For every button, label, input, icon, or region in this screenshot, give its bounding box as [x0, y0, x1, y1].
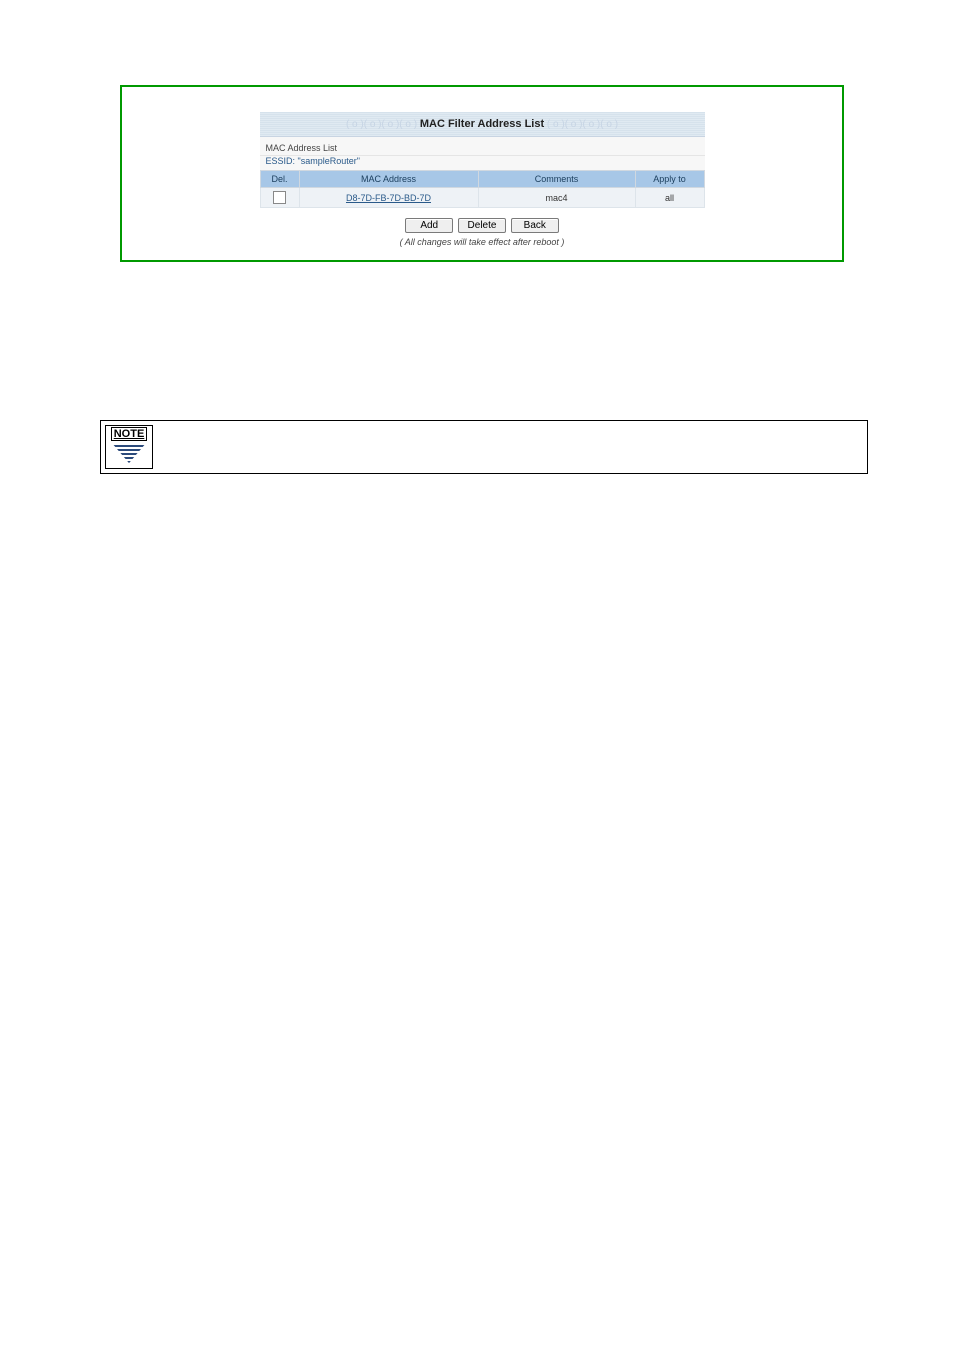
cell-mac: D8-7D-FB-7D-BD-7D [299, 188, 478, 208]
cell-comments: mac4 [478, 188, 635, 208]
essid-label: ESSID: "sampleRouter" [260, 156, 705, 170]
header-comments: Comments [478, 171, 635, 188]
document-page: ( o )( o )( o )( o ) MAC Filter Address … [0, 0, 954, 1350]
mac-address-table: Del. MAC Address Comments Apply to D8-7D… [260, 170, 705, 208]
header-del: Del. [260, 171, 299, 188]
router-panel-inner: ( o )( o )( o )( o ) MAC Filter Address … [260, 112, 705, 255]
reboot-note: ( All changes will take effect after reb… [260, 235, 705, 255]
add-button[interactable]: Add [405, 218, 453, 233]
cell-del [260, 188, 299, 208]
title-decoration-right: ( o )( o )( o )( o ) [547, 119, 618, 130]
note-icon: NOTE [105, 425, 153, 469]
title-decoration-left: ( o )( o )( o )( o ) [346, 119, 417, 130]
header-apply: Apply to [635, 171, 704, 188]
mac-address-link[interactable]: D8-7D-FB-7D-BD-7D [346, 193, 431, 203]
note-label: NOTE [111, 427, 148, 441]
note-box: NOTE [100, 420, 868, 474]
delete-checkbox[interactable] [273, 191, 286, 204]
table-row: D8-7D-FB-7D-BD-7D mac4 all [260, 188, 704, 208]
section-label: MAC Address List [260, 137, 705, 156]
delete-button[interactable]: Delete [458, 218, 506, 233]
panel-title-bar: ( o )( o )( o )( o ) MAC Filter Address … [260, 112, 705, 137]
button-row: Add Delete Back [260, 208, 705, 235]
header-mac: MAC Address [299, 171, 478, 188]
note-stripes-icon [112, 443, 146, 463]
back-button[interactable]: Back [511, 218, 559, 233]
table-header-row: Del. MAC Address Comments Apply to [260, 171, 704, 188]
cell-apply: all [635, 188, 704, 208]
panel-title: MAC Filter Address List [420, 118, 544, 130]
router-panel: ( o )( o )( o )( o ) MAC Filter Address … [120, 85, 844, 262]
